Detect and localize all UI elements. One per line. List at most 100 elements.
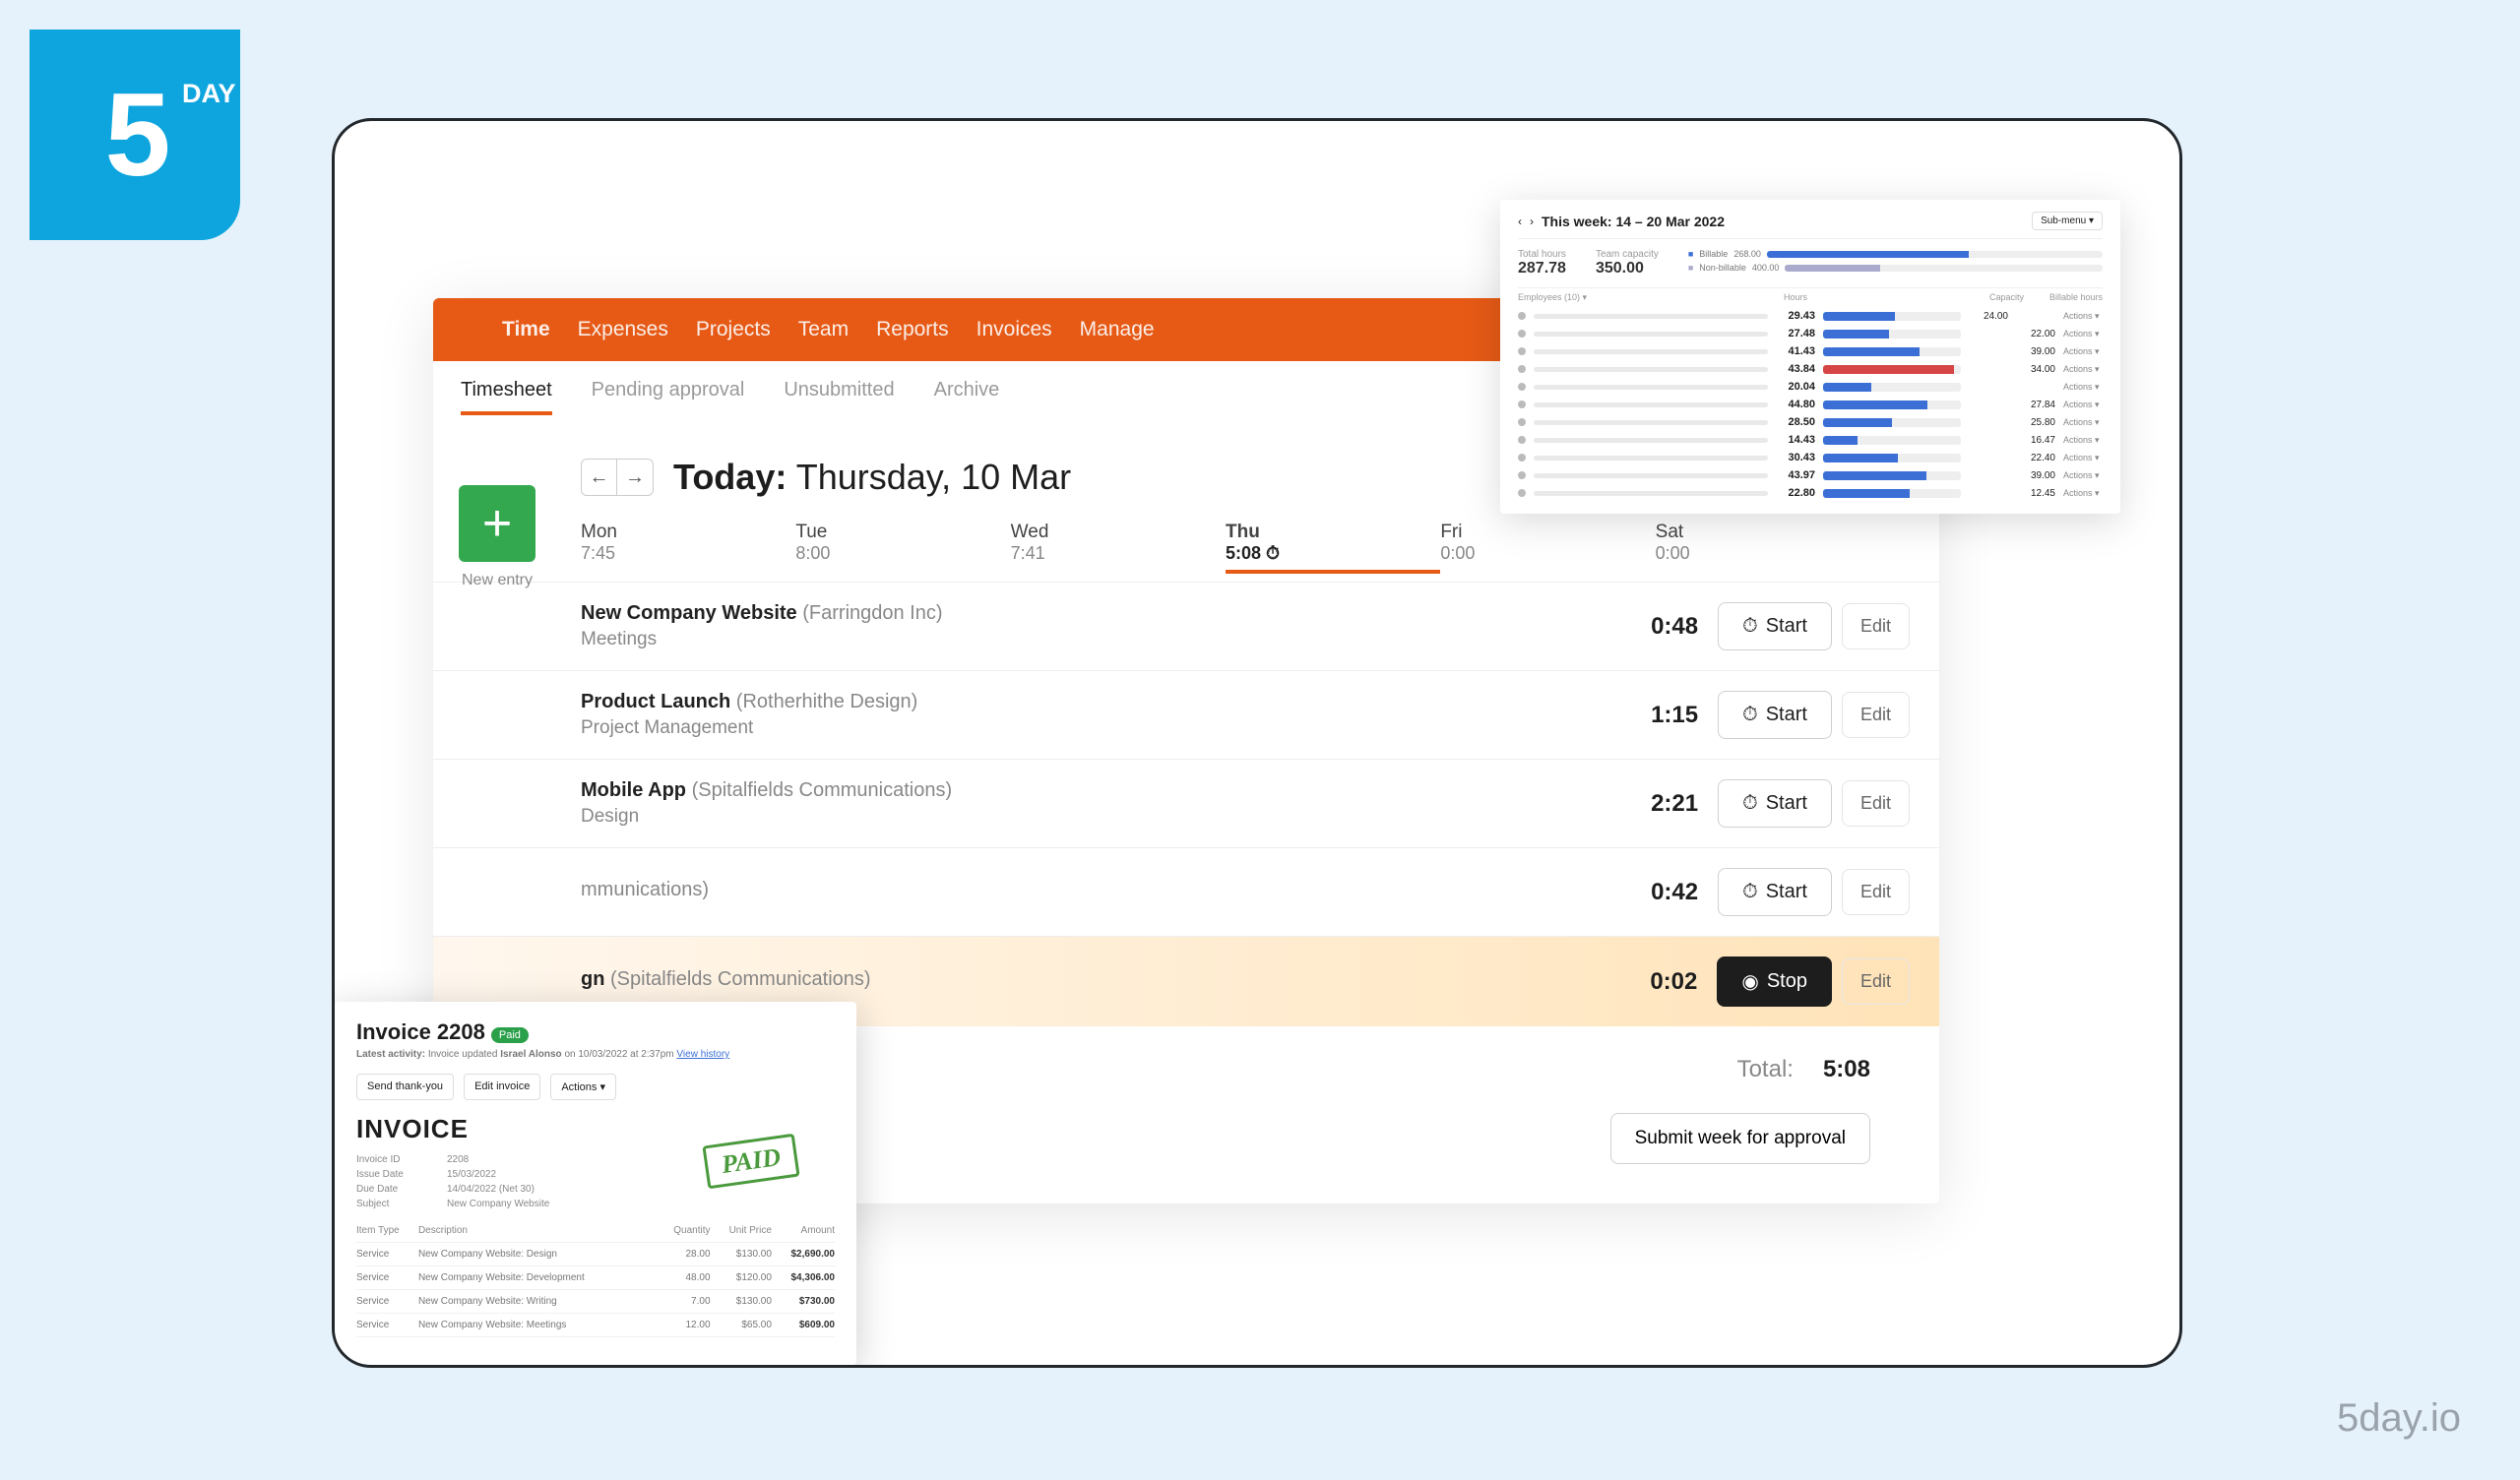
row-actions-menu[interactable]: Actions ▾ <box>2063 400 2103 410</box>
day-thu[interactable]: Thu5:08 ⏱ <box>1226 522 1440 574</box>
edit-invoice-button[interactable]: Edit invoice <box>464 1074 540 1100</box>
employee-table: Employees (10) ▾HoursCapacityBillable ho… <box>1518 287 2103 502</box>
nav-projects[interactable]: Projects <box>696 318 771 341</box>
avatar-icon <box>1518 383 1526 391</box>
edit-button[interactable]: Edit <box>1842 958 1910 1005</box>
employee-name-placeholder <box>1534 385 1768 390</box>
hours-value: 43.97 <box>1776 469 1815 481</box>
row-actions-menu[interactable]: Actions ▾ <box>2063 346 2103 357</box>
row-actions-menu[interactable]: Actions ▾ <box>2063 311 2103 322</box>
row-actions-menu[interactable]: Actions ▾ <box>2063 453 2103 463</box>
employee-name-placeholder <box>1534 314 1768 319</box>
week-label: This week: 14 – 20 Mar 2022 <box>1542 214 1725 229</box>
hours-value: 20.04 <box>1776 381 1815 393</box>
hours-bar <box>1823 454 1961 462</box>
nav-reports[interactable]: Reports <box>876 318 949 341</box>
invoice-line: ServiceNew Company Website: Writing7.00$… <box>356 1290 835 1314</box>
row-actions-menu[interactable]: Actions ▾ <box>2063 488 2103 499</box>
hours-value: 22.80 <box>1776 487 1815 499</box>
time-entry: Product Launch (Rotherhithe Design)Proje… <box>433 670 1939 759</box>
start-button[interactable]: ⏱Start <box>1718 691 1832 739</box>
avatar-icon <box>1518 312 1526 320</box>
avatar-icon <box>1518 347 1526 355</box>
subnav-archive[interactable]: Archive <box>934 379 1000 415</box>
nav-manage[interactable]: Manage <box>1080 318 1155 341</box>
invoice-title: Invoice 2208 <box>356 1019 485 1044</box>
logo-day: DAY <box>182 79 236 109</box>
row-actions-menu[interactable]: Actions ▾ <box>2063 382 2103 393</box>
employee-row: 20.04 Actions ▾ <box>1518 378 2103 396</box>
submit-week-button[interactable]: Submit week for approval <box>1610 1113 1870 1164</box>
next-week-button[interactable]: › <box>1530 215 1534 228</box>
prev-day-button[interactable]: ← <box>582 460 617 495</box>
invoice-line: ServiceNew Company Website: Development4… <box>356 1266 835 1290</box>
day-sat[interactable]: Sat0:00 <box>1656 522 1870 574</box>
invoice-actions-menu[interactable]: Actions ▾ <box>550 1074 616 1100</box>
start-button[interactable]: ⏱Start <box>1718 868 1832 916</box>
brand-logo: 5 DAY <box>30 30 240 240</box>
time-entry: mmunications) 0:42 ⏱Start Edit <box>433 847 1939 936</box>
edit-button[interactable]: Edit <box>1842 692 1910 738</box>
day-fri[interactable]: Fri0:00 <box>1440 522 1655 574</box>
billable-value: 25.80 <box>2016 417 2055 428</box>
avatar-icon <box>1518 365 1526 373</box>
total-label: Total: <box>1737 1056 1794 1083</box>
employee-name-placeholder <box>1534 420 1768 425</box>
nav-invoices[interactable]: Invoices <box>976 318 1052 341</box>
time-entry: New Company Website (Farringdon Inc)Meet… <box>433 582 1939 670</box>
subnav-timesheet[interactable]: Timesheet <box>461 379 552 415</box>
row-actions-menu[interactable]: Actions ▾ <box>2063 364 2103 375</box>
row-actions-menu[interactable]: Actions ▾ <box>2063 417 2103 428</box>
edit-button[interactable]: Edit <box>1842 780 1910 827</box>
employee-row: 41.43 39.00 Actions ▾ <box>1518 342 2103 360</box>
nav-expenses[interactable]: Expenses <box>578 318 668 341</box>
start-button[interactable]: ⏱Start <box>1718 602 1832 650</box>
view-history-link[interactable]: View history <box>676 1049 729 1060</box>
hours-bar <box>1823 383 1961 392</box>
brand-footer: 5day.io <box>2337 1396 2461 1441</box>
employee-name-placeholder <box>1534 332 1768 337</box>
row-actions-menu[interactable]: Actions ▾ <box>2063 470 2103 481</box>
send-thankyou-button[interactable]: Send thank-you <box>356 1074 454 1100</box>
avatar-icon <box>1518 489 1526 497</box>
stop-button[interactable]: ◉Stop <box>1717 956 1832 1007</box>
billable-value: 12.45 <box>2016 488 2055 499</box>
hours-bar <box>1823 471 1961 480</box>
hours-bar <box>1823 312 1961 321</box>
employee-name-placeholder <box>1534 402 1768 407</box>
add-entry-button[interactable]: + <box>459 485 536 562</box>
billable-value: 22.00 <box>2016 329 2055 339</box>
invoice-panel: Invoice 2208Paid Latest activity: Invoic… <box>335 1002 856 1365</box>
today-heading: Today: Thursday, 10 Mar <box>673 457 1071 498</box>
row-actions-menu[interactable]: Actions ▾ <box>2063 435 2103 446</box>
edit-button[interactable]: Edit <box>1842 869 1910 915</box>
next-day-button[interactable]: → <box>617 460 653 495</box>
row-actions-menu[interactable]: Actions ▾ <box>2063 329 2103 339</box>
day-mon[interactable]: Mon7:45 <box>581 522 795 574</box>
day-tue[interactable]: Tue8:00 <box>795 522 1010 574</box>
day-wed[interactable]: Wed7:41 <box>1011 522 1226 574</box>
hours-bar <box>1823 436 1961 445</box>
employee-row: 43.97 39.00 Actions ▾ <box>1518 466 2103 484</box>
clock-icon: ⏱ <box>1266 543 1280 563</box>
logo-number: 5 <box>105 67 165 203</box>
date-nav: ← → <box>581 459 654 496</box>
hours-value: 28.50 <box>1776 416 1815 428</box>
hours-value: 30.43 <box>1776 452 1815 463</box>
employee-name-placeholder <box>1534 367 1768 372</box>
hours-bar <box>1823 330 1961 339</box>
entry-duration: 0:48 <box>1609 613 1698 641</box>
billable-value: 39.00 <box>2016 470 2055 481</box>
avatar-icon <box>1518 418 1526 426</box>
start-button[interactable]: ⏱Start <box>1718 779 1832 828</box>
edit-button[interactable]: Edit <box>1842 603 1910 649</box>
nav-team[interactable]: Team <box>798 318 849 341</box>
employee-row: 30.43 22.40 Actions ▾ <box>1518 449 2103 466</box>
subnav-unsubmitted[interactable]: Unsubmitted <box>784 379 894 415</box>
prev-week-button[interactable]: ‹ <box>1518 215 1522 228</box>
nav-time[interactable]: Time <box>502 318 550 341</box>
hours-bar <box>1823 365 1961 374</box>
subnav-pending[interactable]: Pending approval <box>592 379 745 415</box>
report-menu-button[interactable]: Sub-menu ▾ <box>2032 212 2103 230</box>
invoice-activity: Latest activity: Invoice updated Israel … <box>356 1049 835 1060</box>
